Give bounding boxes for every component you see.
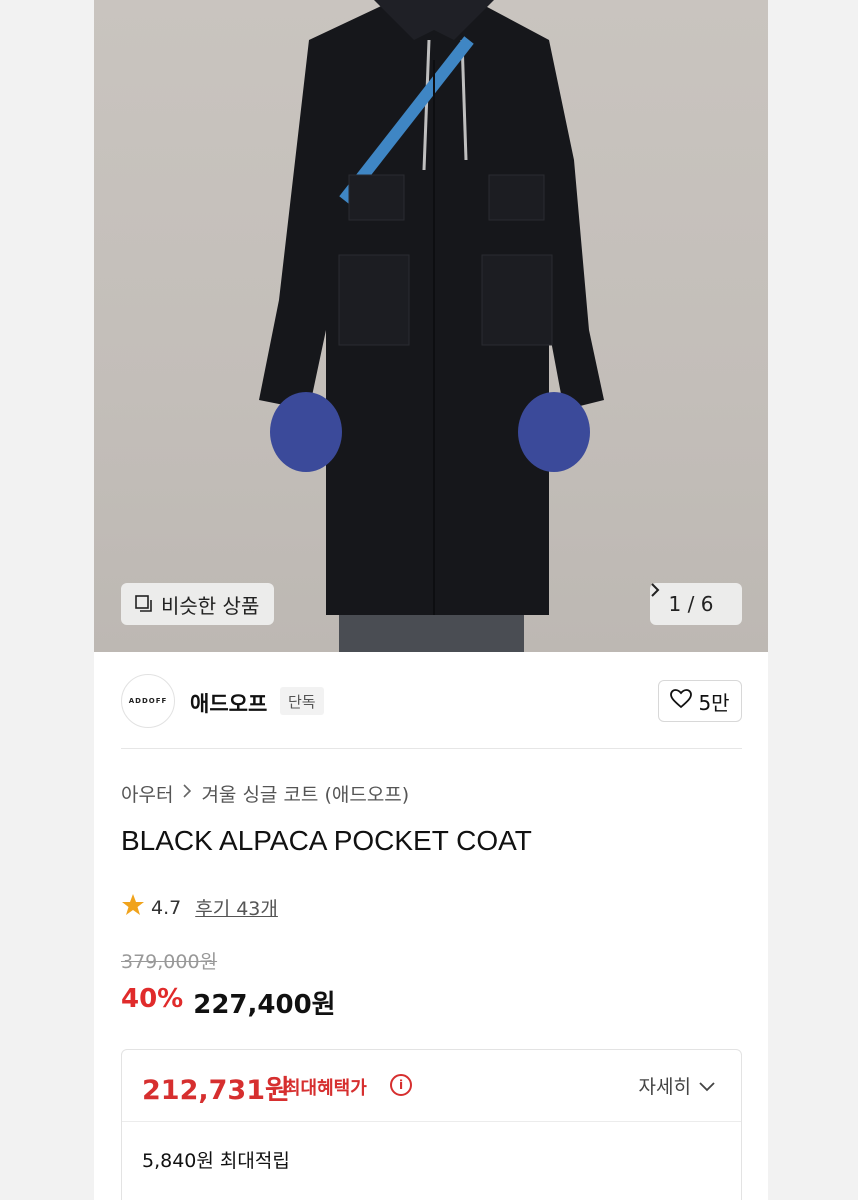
- similar-label: 비슷한 상품: [161, 593, 260, 618]
- details-label: 자세히: [638, 1076, 691, 1098]
- product-image[interactable]: 비슷한 상품 1 / 6: [94, 0, 768, 652]
- details-toggle[interactable]: 자세히: [639, 1072, 715, 1099]
- divider: [121, 748, 742, 749]
- max-benefit-label: 최대혜택가: [284, 1078, 367, 1099]
- breadcrumb-item[interactable]: 아우터: [121, 780, 173, 807]
- rating-value: 4.7: [151, 896, 182, 919]
- product-detail: 비슷한 상품 1 / 6 ADDOFF 애드오프 단독 5만 아우터 겨울 싱글…: [94, 0, 768, 1200]
- brand-logo-text: ADDOFF: [128, 697, 168, 705]
- chevron-down-icon: [699, 1075, 715, 1097]
- benefit-header[interactable]: 212,731원 최대혜택가 i 자세히: [122, 1050, 741, 1122]
- price-row: 40% 227,400원: [121, 984, 336, 1021]
- image-counter[interactable]: 1 / 6: [650, 583, 742, 625]
- star-icon: [121, 893, 145, 922]
- image-counter-text: 1 / 6: [668, 592, 714, 616]
- reviews-link[interactable]: 후기 43개: [195, 894, 278, 921]
- brand-row: ADDOFF 애드오프 단독 5만: [94, 652, 768, 750]
- info-icon[interactable]: i: [390, 1074, 412, 1096]
- benefit-box: 212,731원 최대혜택가 i 자세히 5,840원 최대적립: [121, 1049, 742, 1200]
- heart-icon: [670, 688, 693, 714]
- coat-illustration: [259, 0, 604, 652]
- max-points: 5,840원 최대적립: [142, 1150, 290, 1172]
- discount-rate: 40%: [121, 984, 184, 1014]
- similar-products-button[interactable]: 비슷한 상품: [121, 583, 274, 625]
- brand-name[interactable]: 애드오프: [190, 688, 267, 718]
- left-gutter: [0, 0, 94, 1200]
- like-button[interactable]: 5만: [658, 680, 742, 722]
- original-price: 379,000원: [121, 951, 218, 973]
- right-gutter: [768, 0, 858, 1200]
- brand-logo[interactable]: ADDOFF: [121, 674, 175, 728]
- product-title: BLACK ALPACA POCKET COAT: [121, 825, 532, 856]
- rating: 4.7 후기 43개: [121, 893, 278, 922]
- exclusive-badge: 단독: [280, 687, 324, 715]
- max-benefit-price: 212,731원: [142, 1075, 290, 1106]
- breadcrumb: 아우터 겨울 싱글 코트 (애드오프): [121, 780, 409, 807]
- sale-price: 227,400원: [193, 990, 336, 1020]
- breadcrumb-item[interactable]: 겨울 싱글 코트 (애드오프): [201, 780, 409, 807]
- like-count: 5만: [698, 690, 730, 715]
- similar-icon: [135, 595, 153, 613]
- chevron-right-icon: [183, 780, 192, 807]
